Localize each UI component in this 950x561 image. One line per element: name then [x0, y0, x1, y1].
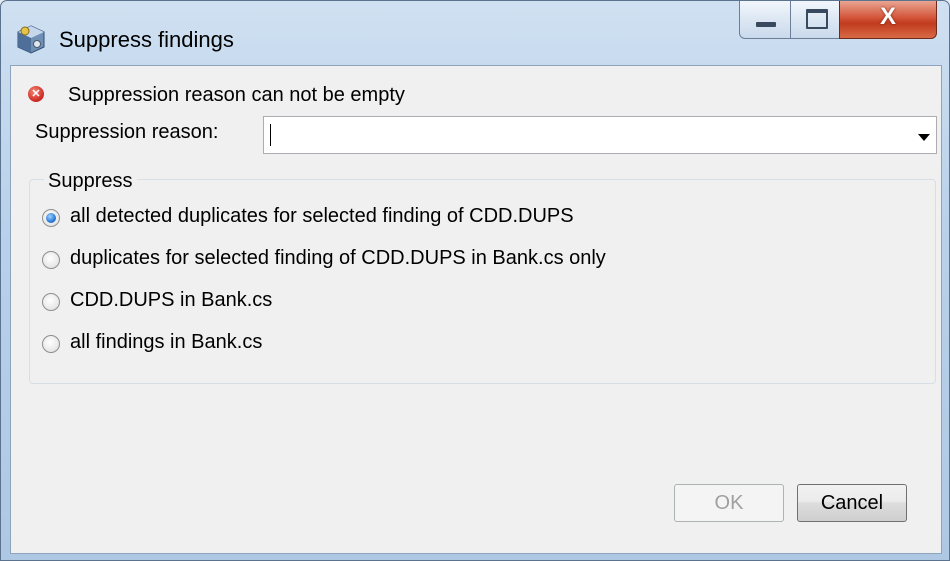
maximize-icon	[806, 9, 828, 29]
maximize-button[interactable]	[790, 1, 840, 39]
dropdown-arrow-icon[interactable]	[918, 134, 930, 141]
radio-button-selected[interactable]	[42, 209, 60, 227]
dialog-window: Suppress findings X ✕ Suppression reason…	[0, 0, 950, 561]
radio-option-label[interactable]: all detected duplicates for selected fin…	[70, 205, 574, 228]
radio-button[interactable]	[42, 251, 60, 269]
suppress-group-title: Suppress	[44, 170, 137, 193]
suppression-reason-label: Suppression reason:	[35, 121, 219, 143]
dialog-content: ✕ Suppression reason can not be empty Su…	[10, 65, 942, 554]
text-caret	[270, 124, 271, 146]
radio-button[interactable]	[42, 335, 60, 353]
radio-button[interactable]	[42, 293, 60, 311]
window-title: Suppress findings	[59, 27, 234, 52]
radio-option-label[interactable]: CDD.DUPS in Bank.cs	[70, 289, 272, 312]
title-bar[interactable]: Suppress findings X	[1, 1, 949, 61]
suppress-group: Suppress all detected duplicates for sel…	[29, 170, 936, 384]
close-icon: X	[879, 3, 896, 30]
cube-gear-icon	[17, 25, 45, 54]
minimize-button[interactable]	[739, 1, 791, 39]
error-message: Suppression reason can not be empty	[68, 84, 405, 106]
radio-option-label[interactable]: all findings in Bank.cs	[70, 331, 262, 354]
error-x-icon: ✕	[28, 86, 44, 102]
radio-option-label[interactable]: duplicates for selected finding of CDD.D…	[70, 247, 606, 270]
suppression-reason-combobox[interactable]	[263, 116, 937, 154]
close-button[interactable]: X	[839, 1, 937, 39]
minimize-icon	[756, 22, 776, 27]
ok-button[interactable]: OK	[674, 484, 784, 522]
cancel-button[interactable]: Cancel	[797, 484, 907, 522]
